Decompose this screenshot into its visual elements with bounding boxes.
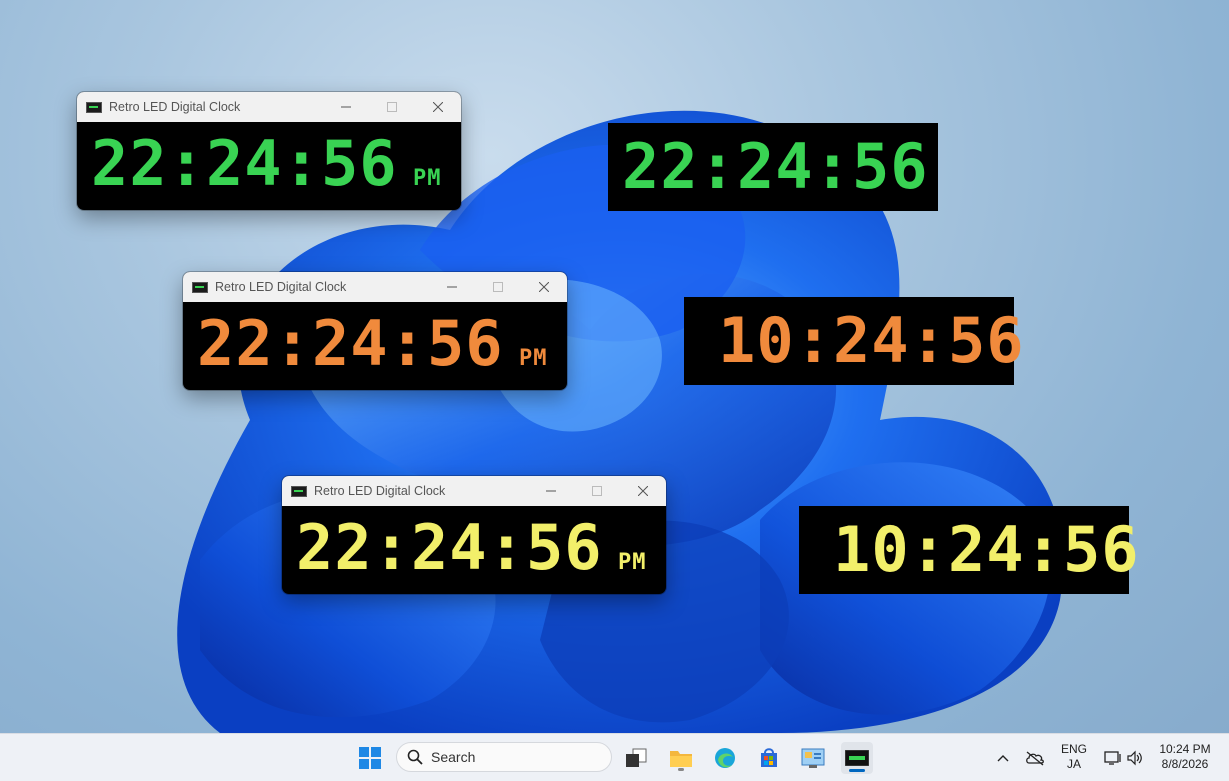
store-icon: [761, 748, 777, 767]
clock-time-display: 22:24:56: [197, 307, 504, 380]
start-button[interactable]: [354, 742, 386, 774]
taskbar: Search ENG JA 10:24 PM 8/8/2026: [0, 733, 1229, 781]
control-panel-icon: [801, 748, 825, 768]
clock-time-display: 10:24:56: [718, 304, 1025, 377]
led-clock-app-icon: [845, 750, 869, 766]
clock-time-display: 22:24:56: [622, 130, 929, 203]
language-code: ENG: [1060, 742, 1087, 756]
clock-and-date[interactable]: 10:24 PM 8/8/2026: [1152, 742, 1218, 772]
am-pm-indicator: PM: [618, 550, 647, 575]
taskbar-time: 10:24 PM: [1159, 742, 1211, 756]
maximize-button[interactable]: [475, 272, 521, 302]
close-button[interactable]: [620, 476, 666, 506]
borderless-clock-yellow[interactable]: 10:24:56: [799, 506, 1139, 594]
cloud-offline-icon: [1026, 751, 1044, 766]
edge-icon: [715, 748, 735, 768]
borderless-clock-orange[interactable]: 10:24:56: [684, 297, 1024, 385]
file-explorer-icon: [670, 751, 692, 767]
minimize-button[interactable]: [323, 92, 369, 122]
chevron-up-icon: [997, 755, 1009, 762]
task-view-button[interactable]: [620, 742, 652, 774]
minimize-button[interactable]: [528, 476, 574, 506]
search-icon: [407, 749, 423, 765]
title-bar[interactable]: Retro LED Digital Clock: [282, 476, 666, 506]
input-language-indicator[interactable]: ENG JA: [1057, 742, 1091, 772]
desktop: Retro LED Digital Clock 22:24:56 PM Retr…: [0, 0, 1229, 733]
task-view-icon: [626, 748, 647, 767]
borderless-clock-green[interactable]: 22:24:56: [608, 123, 938, 211]
title-bar[interactable]: Retro LED Digital Clock: [77, 92, 461, 122]
running-indicator: [678, 768, 684, 771]
search-box[interactable]: Search: [396, 742, 612, 772]
clock-time-display: 10:24:56: [833, 513, 1140, 586]
window-title: Retro LED Digital Clock: [314, 484, 446, 498]
ime-code: JA: [1066, 757, 1081, 771]
led-clock-taskbar-button[interactable]: [841, 742, 873, 774]
am-pm-indicator: PM: [413, 166, 442, 191]
active-indicator: [849, 769, 865, 772]
edge-button[interactable]: [709, 742, 741, 774]
clock-window-green[interactable]: Retro LED Digital Clock 22:24:56 PM: [77, 92, 461, 210]
led-clock-app-icon: [291, 485, 307, 497]
am-pm-indicator: PM: [519, 346, 548, 371]
network-icon: [1104, 751, 1121, 765]
clock-window-yellow[interactable]: Retro LED Digital Clock 22:24:56 PM: [282, 476, 666, 594]
led-clock-app-icon: [86, 101, 102, 113]
minimize-button[interactable]: [429, 272, 475, 302]
close-button[interactable]: [521, 272, 567, 302]
store-button[interactable]: [753, 742, 785, 774]
taskbar-date: 8/8/2026: [1161, 757, 1209, 771]
start-icon: [359, 747, 381, 769]
quick-settings-button[interactable]: [1098, 742, 1150, 774]
close-button[interactable]: [415, 92, 461, 122]
show-hidden-icons-button[interactable]: [990, 742, 1016, 774]
maximize-button[interactable]: [574, 476, 620, 506]
file-explorer-button[interactable]: [665, 742, 697, 774]
window-title: Retro LED Digital Clock: [109, 100, 241, 114]
volume-icon: [1127, 750, 1142, 766]
onedrive-button[interactable]: [1021, 742, 1049, 774]
control-panel-button[interactable]: [797, 742, 829, 774]
clock-window-orange[interactable]: Retro LED Digital Clock 22:24:56 PM: [183, 272, 567, 390]
led-clock-app-icon: [192, 281, 208, 293]
search-placeholder: Search: [431, 749, 476, 765]
clock-time-display: 22:24:56: [91, 127, 398, 200]
maximize-button[interactable]: [369, 92, 415, 122]
title-bar[interactable]: Retro LED Digital Clock: [183, 272, 567, 302]
clock-time-display: 22:24:56: [296, 511, 603, 584]
window-title: Retro LED Digital Clock: [215, 280, 347, 294]
